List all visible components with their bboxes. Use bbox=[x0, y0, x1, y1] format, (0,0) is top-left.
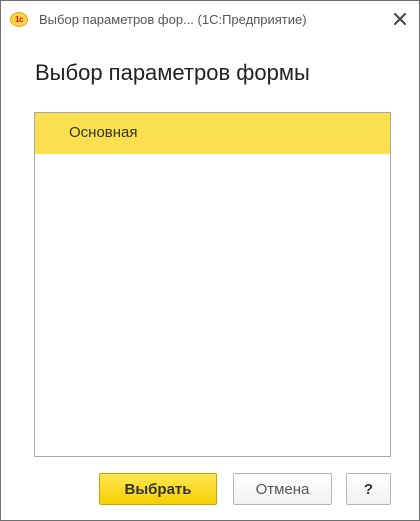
form-variants-list[interactable]: Основная bbox=[34, 112, 391, 457]
select-button[interactable]: Выбрать bbox=[99, 473, 217, 505]
close-icon bbox=[394, 13, 406, 25]
dialog-window: 1с Выбор параметров фор... (1С:Предприят… bbox=[0, 0, 420, 521]
cancel-button[interactable]: Отмена bbox=[233, 473, 332, 505]
list-item-label: Основная bbox=[69, 124, 138, 141]
list-item-main[interactable]: Основная bbox=[35, 113, 390, 154]
help-button[interactable]: ? bbox=[346, 473, 391, 505]
window-title: Выбор параметров фор... (1С:Предприятие) bbox=[39, 12, 307, 27]
title-bar[interactable]: 1с Выбор параметров фор... (1С:Предприят… bbox=[1, 1, 419, 38]
form-title: Выбор параметров формы bbox=[35, 60, 310, 85]
close-button[interactable] bbox=[385, 6, 415, 32]
app-logo-icon: 1с bbox=[10, 12, 28, 27]
